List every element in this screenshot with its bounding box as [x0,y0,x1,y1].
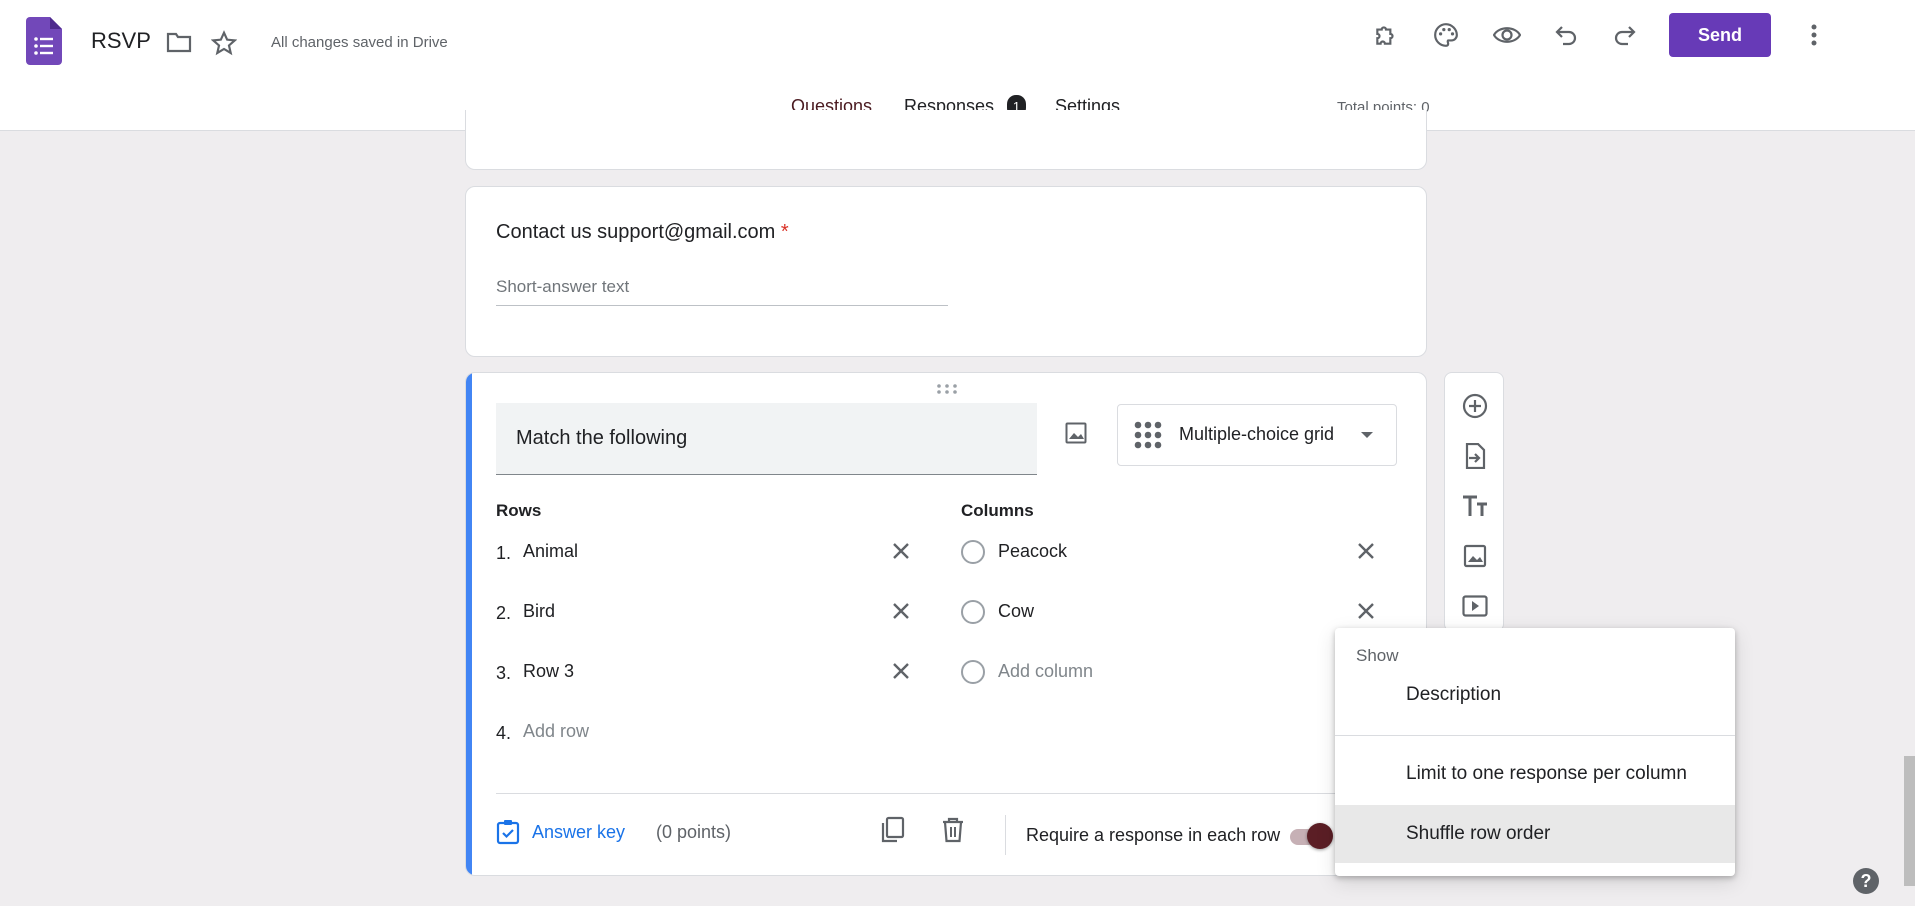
question-title: Contact us support@gmail.com * [496,221,789,244]
drag-handle-icon[interactable] [936,382,958,400]
require-toggle-thumb[interactable] [1307,823,1333,849]
column-label[interactable]: Cow [998,601,1034,622]
radio-icon [961,540,985,564]
row-label[interactable]: Row 3 [523,661,574,682]
add-video-icon[interactable] [1460,591,1490,621]
palette-icon[interactable] [1431,20,1461,50]
required-asterisk: * [780,221,789,243]
answer-key-clipboard-icon [496,820,520,845]
points-value: (0 points) [656,822,732,842]
footer-separator [1005,815,1006,855]
menu-section-header: Show [1356,646,1399,665]
answer-key-label: Answer key [532,821,626,842]
row-number: 1. [496,543,512,563]
add-column-label[interactable]: Add column [998,661,1093,682]
menu-divider [1335,735,1735,736]
grid-icon [1134,421,1162,454]
menu-item-label: Limit to one response per column [1406,763,1687,784]
require-label: Require a response in each row [1026,825,1281,845]
menu-item-label: Description [1406,684,1502,705]
row-label[interactable]: Animal [523,541,578,562]
save-status: All changes saved in Drive [271,34,448,51]
row-number: 2. [496,603,512,623]
forms-logo-icon[interactable] [26,17,62,65]
question-type-label: Multiple-choice grid [1179,424,1335,444]
floating-toolbar [1444,372,1504,632]
add-row[interactable]: 4. Add row [496,713,916,753]
add-image-icon[interactable] [1060,417,1092,449]
question-type-dropdown[interactable]: Multiple-choice grid [1117,404,1397,466]
folder-icon[interactable] [164,28,194,56]
add-question-icon[interactable] [1460,391,1490,421]
add-title-text-icon[interactable] [1460,491,1490,521]
menu-item-shuffle-row-order[interactable]: Shuffle row order [1335,805,1735,863]
grid-row[interactable]: 2. Bird [496,593,916,633]
card-footer-divider [496,793,1406,794]
row-number: 4. [496,723,512,743]
row-number: 3. [496,663,512,683]
more-vert-icon[interactable] [1799,20,1829,50]
contact-question-card[interactable]: Contact us support@gmail.com * Short-ans… [465,186,1427,357]
send-button[interactable]: Send [1669,13,1771,57]
column-label[interactable]: Peacock [998,541,1067,562]
import-questions-icon[interactable] [1460,441,1490,471]
add-row-label[interactable]: Add row [523,721,589,742]
columns-heading: Columns [961,501,1034,520]
question-text: Contact us support@gmail.com [496,221,776,243]
menu-item-limit-one-response[interactable]: Limit to one response per column [1335,745,1735,803]
short-answer-placeholder: Short-answer text [496,277,948,306]
question-title-input[interactable]: Match the following [496,403,1037,475]
dropdown-arrow-icon [1361,432,1373,438]
duplicate-icon[interactable] [880,816,906,849]
grid-column[interactable]: Cow [961,593,1401,633]
more-options-menu: Show Description Limit to one response p… [1335,628,1735,876]
grid-row[interactable]: 1. Animal [496,533,916,573]
row-label[interactable]: Bird [523,601,555,622]
page-scrollbar[interactable] [1904,756,1915,886]
delete-trash-icon[interactable] [941,816,965,849]
menu-item-label: Shuffle row order [1406,823,1551,844]
star-icon[interactable] [209,28,239,58]
active-card-indicator [466,373,472,875]
remove-row-icon[interactable] [887,537,915,565]
grid-row[interactable]: 3. Row 3 [496,653,916,693]
radio-icon [961,660,985,684]
add-image-icon[interactable] [1460,541,1490,571]
remove-column-icon[interactable] [1352,537,1380,565]
redo-icon[interactable] [1610,20,1640,50]
previous-question-card[interactable] [465,110,1427,170]
remove-row-icon[interactable] [887,657,915,685]
help-icon[interactable]: ? [1853,868,1879,894]
answer-key-button[interactable]: Answer key [496,819,625,845]
preview-eye-icon[interactable] [1491,20,1523,50]
addon-puzzle-icon[interactable] [1371,20,1401,50]
remove-column-icon[interactable] [1352,597,1380,625]
undo-icon[interactable] [1551,20,1581,50]
menu-item-description[interactable]: Description [1335,666,1735,724]
radio-icon [961,600,985,624]
rows-heading: Rows [496,501,542,520]
grid-question-card[interactable]: Match the following Multiple-choice grid… [465,372,1427,876]
form-title[interactable]: RSVP [91,28,151,54]
remove-row-icon[interactable] [887,597,915,625]
grid-column[interactable]: Peacock [961,533,1401,573]
